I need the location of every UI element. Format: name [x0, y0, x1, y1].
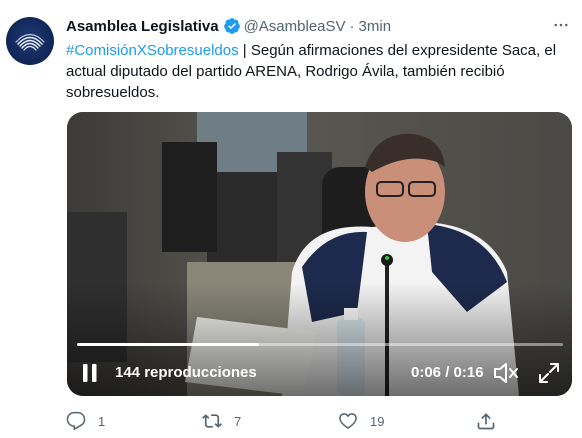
- video-player[interactable]: 144 reproducciones 0:06 / 0:16: [67, 112, 572, 396]
- more-options-icon[interactable]: [550, 14, 572, 36]
- share-icon: [477, 413, 495, 430]
- mute-icon[interactable]: [493, 361, 519, 385]
- author-handle[interactable]: @AsambleaSV: [244, 18, 346, 35]
- tweet-timestamp[interactable]: 3min: [359, 18, 392, 35]
- separator-dot: ·: [349, 17, 355, 35]
- hashtag-link[interactable]: #ComisiónXSobresueldos: [66, 42, 239, 59]
- avatar[interactable]: [6, 17, 54, 65]
- tweet-actions: 1 7 19: [66, 410, 566, 432]
- assembly-logo-icon: [15, 33, 45, 51]
- tweet-text: #ComisiónXSobresueldos | Según afirmacio…: [66, 40, 571, 103]
- author-display-name[interactable]: Asamblea Legislativa: [66, 18, 219, 35]
- reply-count: 1: [98, 413, 106, 429]
- retweet-count: 7: [234, 413, 242, 429]
- view-count: 144 reproducciones: [115, 364, 257, 381]
- video-frame: [67, 112, 572, 396]
- like-count: 19: [370, 413, 385, 429]
- tweet-header: Asamblea Legislativa @AsambleaSV · 3min: [66, 16, 391, 36]
- retweet-icon: [202, 414, 222, 428]
- verified-badge-icon: [223, 17, 241, 35]
- fullscreen-icon[interactable]: [537, 361, 561, 385]
- video-time: 0:06 / 0:16: [411, 364, 484, 381]
- video-controls: 144 reproducciones 0:06 / 0:16: [67, 358, 572, 386]
- tweet-card[interactable]: Asamblea Legislativa @AsambleaSV · 3min …: [0, 0, 582, 438]
- video-progress-fill: [77, 343, 260, 346]
- retweet-button[interactable]: 7: [202, 410, 241, 432]
- reply-icon: [66, 411, 86, 431]
- reply-button[interactable]: 1: [66, 410, 105, 432]
- share-button[interactable]: [476, 410, 496, 432]
- like-button[interactable]: 19: [338, 410, 384, 432]
- like-icon: [339, 413, 357, 429]
- pause-icon[interactable]: [81, 363, 99, 383]
- video-progress-bar[interactable]: [77, 343, 563, 346]
